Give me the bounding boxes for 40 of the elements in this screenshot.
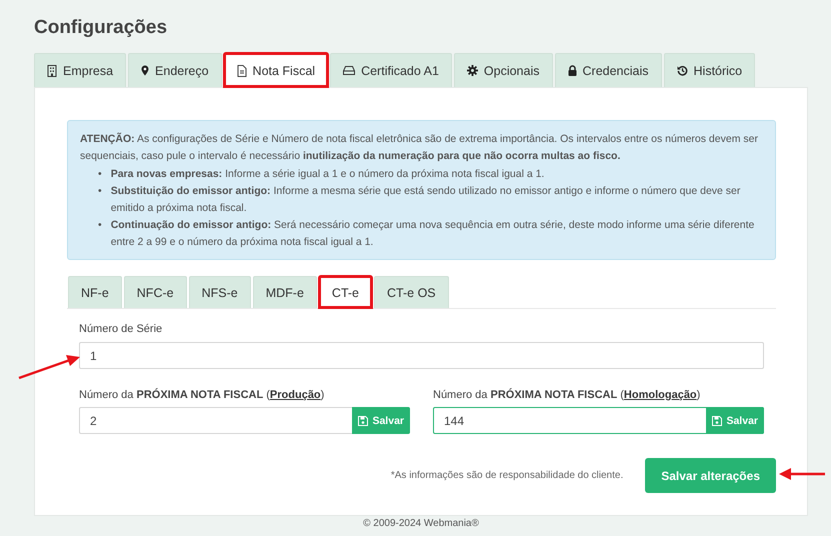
tab[interactable]: CT-e OS xyxy=(374,276,449,308)
tab[interactable]: Certificado A1 xyxy=(330,53,452,87)
field-label: Número da PRÓXIMA NOTA FISCAL (Produção) xyxy=(79,389,326,401)
copyright-text: © 2009-2024 Webmania® xyxy=(362,518,480,529)
building-icon xyxy=(47,64,57,76)
tab[interactable]: Histórico xyxy=(664,53,756,87)
tab[interactable]: NFS-e xyxy=(188,276,251,308)
tab[interactable]: Credenciais xyxy=(554,53,662,87)
field-label: Número de Série xyxy=(79,323,164,335)
map-pin-icon xyxy=(141,65,150,76)
environment-link[interactable]: Produção xyxy=(270,389,321,401)
number-input[interactable]: 144 Salvar xyxy=(433,407,764,434)
warning-text: ATENÇÃO: As configurações de Série e Número de nota fiscal eletrônica são de extrema importância. Os intervalos entre os números devem ser sequenciais, caso pule o intervalo é necessário inutilização da numeração para que não ocorra multas ao fisco. xyxy=(80,132,759,164)
bullet-item: Continuação do emissor antigo: Será necessário começar uma nova sequência em outra série, deste modo informe uma série diferente entre 2 a 99 e o número da próxima nota fiscal igual a 1. xyxy=(110,218,756,250)
bullet-item: Para novas empresas: Informe a série igual a 1 e o número da próxima nota fiscal igual a 1. xyxy=(110,167,544,182)
field-label: Número da PRÓXIMA NOTA FISCAL (Homologação) xyxy=(433,389,702,401)
tab[interactable]: NF-e xyxy=(68,276,122,308)
annotation-arrow xyxy=(18,352,82,380)
disclaimer-text: *As informações são de responsabilidade do cliente. xyxy=(390,470,624,481)
environment-link[interactable]: Homologação xyxy=(624,389,697,401)
drive-icon xyxy=(343,66,356,75)
gear-icon xyxy=(466,65,478,76)
tab[interactable]: Endereço xyxy=(128,53,222,87)
tab[interactable]: Nota Fiscal xyxy=(224,53,328,87)
lock-icon xyxy=(568,65,576,76)
document-icon xyxy=(236,64,247,76)
annotation-arrow xyxy=(779,467,827,481)
history-icon xyxy=(676,65,688,76)
bullet-marker: • xyxy=(98,184,102,199)
tab[interactable]: MDF-e xyxy=(252,276,317,308)
bullet-marker: • xyxy=(98,167,102,182)
number-input[interactable]: 2 Salvar xyxy=(79,407,410,434)
page-title: Configurações xyxy=(34,16,168,40)
tab[interactable]: CT-e xyxy=(318,276,372,308)
bullet-item: Substituição do emissor antigo: Informe a mesma série que está sendo utilizado no emissor antigo e informe o número que deve ser emitido a próxima nota fiscal. xyxy=(110,184,742,216)
tab[interactable]: Empresa xyxy=(34,53,126,87)
tab[interactable]: NFC-e xyxy=(124,276,187,308)
tab[interactable]: Opcionais xyxy=(454,53,552,87)
bullet-marker: • xyxy=(98,218,102,233)
series-input[interactable]: 1 xyxy=(79,342,764,369)
